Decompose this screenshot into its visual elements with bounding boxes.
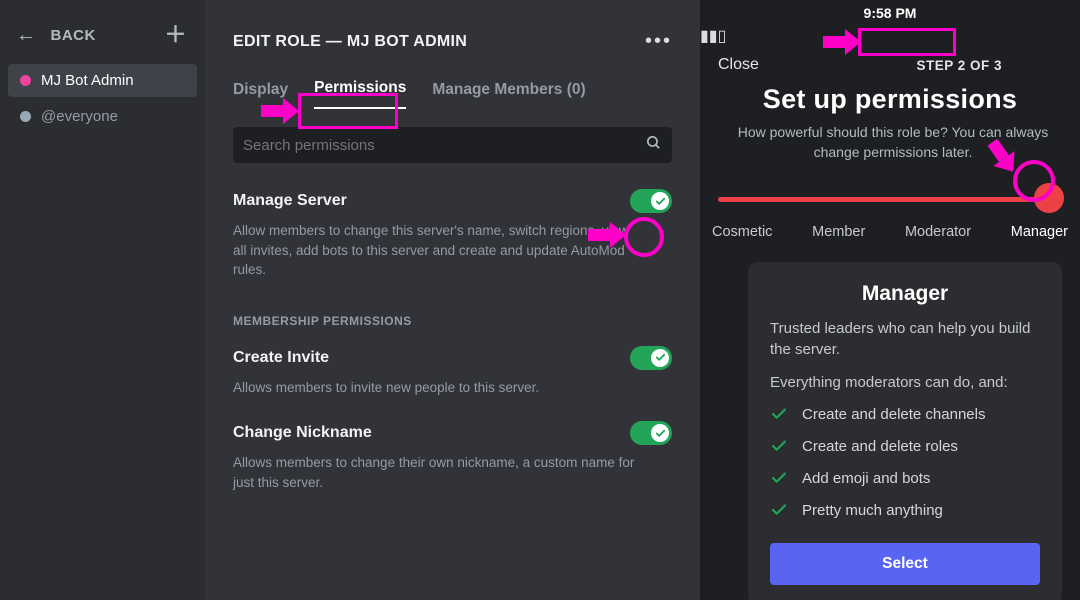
toggle-knob — [651, 424, 669, 442]
check-icon — [770, 469, 788, 487]
check-icon — [770, 501, 788, 519]
toggle-change-nickname[interactable] — [630, 421, 672, 445]
select-button[interactable]: Select — [770, 543, 1040, 585]
feature-item: Add emoji and bots — [770, 469, 1040, 487]
search-input[interactable] — [243, 137, 645, 154]
close-button[interactable]: Close — [718, 56, 759, 74]
role-preset-card: Manager Trusted leaders who can help you… — [748, 262, 1062, 600]
feature-text: Create and delete roles — [802, 438, 958, 455]
mobile-pane: 9:58 PM ▮▮▯ Close STEP 2 OF 3 Set up per… — [700, 0, 1080, 600]
status-time: 9:58 PM — [864, 5, 917, 21]
toggle-knob — [651, 349, 669, 367]
role-name: MJ Bot Admin — [41, 72, 134, 89]
back-button[interactable]: ← BACK ＋ — [0, 14, 205, 64]
check-icon — [770, 437, 788, 455]
permission-desc: Allows members to change their own nickn… — [233, 453, 643, 492]
feature-text: Pretty much anything — [802, 502, 943, 519]
search-permissions[interactable] — [233, 127, 672, 163]
slider-label-moderator[interactable]: Moderator — [905, 224, 971, 240]
slider-label-member[interactable]: Member — [812, 224, 865, 240]
permission-desc: Allows members to invite new people to t… — [233, 378, 643, 398]
slider-labels: Cosmetic Member Moderator Manager — [712, 224, 1068, 240]
card-and: Everything moderators can do, and: — [770, 374, 1040, 391]
annotation-circle-icon — [1013, 160, 1055, 202]
toggle-manage-server[interactable] — [630, 189, 672, 213]
desktop-pane: ← BACK ＋ MJ Bot Admin @everyone EDIT ROL… — [0, 0, 700, 600]
annotation-circle-icon — [624, 217, 664, 257]
feature-item: Pretty much anything — [770, 501, 1040, 519]
slider-label-manager[interactable]: Manager — [1011, 224, 1068, 240]
permission-create-invite: Create Invite Allows members to invite n… — [233, 346, 672, 398]
search-icon — [645, 134, 662, 156]
back-label: BACK — [51, 27, 96, 44]
slider-track — [718, 197, 1062, 202]
annotation-box — [858, 28, 956, 56]
role-editor: EDIT ROLE — MJ BOT ADMIN ••• Display Per… — [205, 0, 700, 600]
feature-item: Create and delete channels — [770, 405, 1040, 423]
feature-text: Add emoji and bots — [802, 470, 930, 487]
feature-item: Create and delete roles — [770, 437, 1040, 455]
role-item-everyone[interactable]: @everyone — [8, 100, 197, 133]
check-icon — [770, 405, 788, 423]
editor-heading: EDIT ROLE — MJ BOT ADMIN — [233, 33, 467, 51]
permission-title: Change Nickname — [233, 424, 372, 442]
annotation-box — [298, 93, 398, 129]
power-slider[interactable] — [718, 186, 1062, 212]
add-role-icon[interactable]: ＋ — [164, 24, 187, 46]
step-indicator: STEP 2 OF 3 — [916, 58, 1002, 73]
role-color-dot — [20, 75, 31, 86]
permission-title: Manage Server — [233, 192, 347, 210]
roles-sidebar: ← BACK ＋ MJ Bot Admin @everyone — [0, 0, 205, 600]
card-lead: Trusted leaders who can help you build t… — [770, 318, 1040, 360]
permission-change-nickname: Change Nickname Allows members to change… — [233, 421, 672, 492]
role-item-mj-bot-admin[interactable]: MJ Bot Admin — [8, 64, 197, 97]
mobile-title: Set up permissions — [700, 84, 1080, 115]
toggle-create-invite[interactable] — [630, 346, 672, 370]
signal-icon: ▮▮▯ — [700, 28, 726, 45]
slider-label-cosmetic[interactable]: Cosmetic — [712, 224, 772, 240]
permission-title: Create Invite — [233, 349, 329, 367]
permission-desc: Allow members to change this server's na… — [233, 221, 643, 280]
toggle-knob — [651, 192, 669, 210]
role-name: @everyone — [41, 108, 118, 125]
tab-manage-members[interactable]: Manage Members (0) — [432, 81, 585, 109]
role-color-dot — [20, 111, 31, 122]
back-arrow-icon: ← — [16, 25, 37, 45]
card-title: Manager — [770, 282, 1040, 306]
feature-text: Create and delete channels — [802, 406, 985, 423]
section-membership-permissions: MEMBERSHIP PERMISSIONS — [233, 314, 672, 328]
more-options-icon[interactable]: ••• — [645, 30, 672, 53]
status-bar: 9:58 PM — [700, 0, 1080, 26]
